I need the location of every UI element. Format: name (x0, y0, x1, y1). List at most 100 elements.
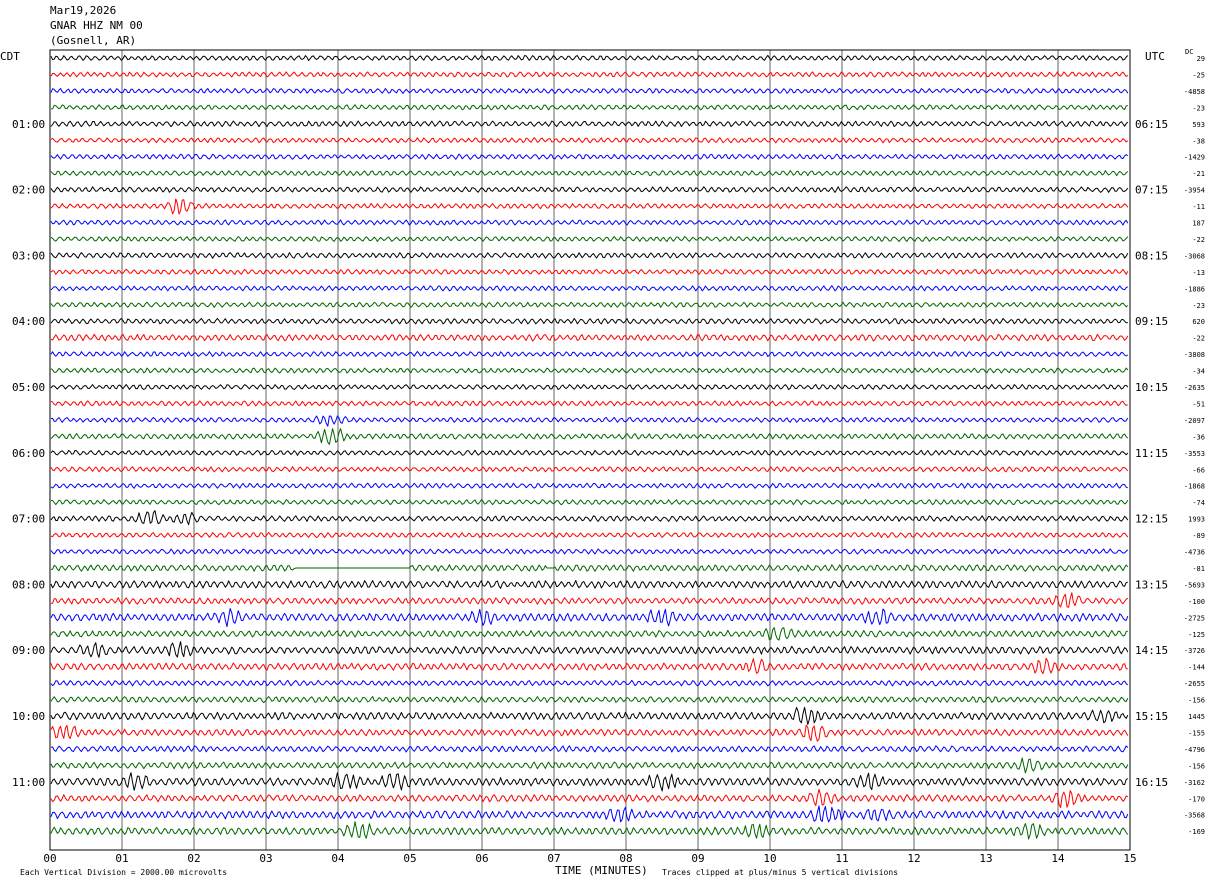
trace-row (50, 87, 1129, 94)
dc-offset-label: -156 (1188, 762, 1205, 770)
left-time-label: 06:00 (12, 447, 45, 460)
dc-offset-label: -36 (1192, 433, 1205, 441)
dc-offset-label: -169 (1188, 828, 1205, 836)
trace-row (50, 367, 1129, 374)
right-time-label: 09:15 (1135, 315, 1168, 328)
left-time-label: 11:00 (12, 776, 45, 789)
dc-offset-label: -23 (1192, 302, 1205, 310)
dc-offset-label: -4858 (1184, 88, 1205, 96)
scale-note: Each Vertical Division = 2000.00 microvo… (20, 868, 228, 877)
trace-row (50, 137, 1129, 144)
trace-row (50, 186, 1129, 193)
trace-row (50, 198, 1129, 215)
trace-row (50, 482, 1128, 489)
trace-row (50, 627, 1128, 641)
x-tick-label: 10 (763, 852, 776, 865)
right-time-label: 07:15 (1135, 184, 1168, 197)
left-time-label: 05:00 (12, 381, 45, 394)
trace-row (50, 510, 1129, 526)
trace-row (50, 548, 1129, 555)
dc-offset-label: 593 (1192, 121, 1205, 129)
dc-offset-label: -100 (1188, 598, 1205, 606)
dc-offset-label: -125 (1188, 631, 1205, 639)
trace-group (50, 54, 1129, 840)
trace-row (50, 384, 1129, 390)
dc-offset-label: -25 (1192, 71, 1205, 79)
right-time-label: 06:15 (1135, 118, 1168, 131)
trace-row (50, 71, 1129, 78)
dc-offset-label: -23 (1192, 104, 1205, 112)
dc-offset-label: -4796 (1184, 746, 1205, 754)
x-tick-label: 06 (475, 852, 488, 865)
left-time-label: 02:00 (12, 184, 45, 197)
trace-row (50, 724, 1129, 742)
left-time-label: 10:00 (12, 710, 45, 723)
dc-offset-label: -2725 (1184, 614, 1205, 622)
dc-offset-label: -3726 (1184, 647, 1205, 655)
right-time-label: 12:15 (1135, 513, 1168, 526)
trace-row (50, 351, 1129, 358)
right-time-label: 15:15 (1135, 710, 1168, 723)
dc-offset-label: -144 (1188, 664, 1205, 672)
dc-offset-label: -66 (1192, 466, 1205, 474)
trace-row (50, 104, 1128, 111)
dc-offset-label: -1868 (1184, 483, 1205, 491)
dc-offset-label: -74 (1192, 499, 1205, 507)
dc-offset-label: -2655 (1184, 680, 1205, 688)
dc-offset-label: -22 (1192, 236, 1205, 244)
clip-note: Traces clipped at plus/minus 5 vertical … (662, 868, 899, 877)
trace-row (50, 466, 1129, 473)
trace-row (50, 170, 1129, 177)
x-tick-label: 13 (979, 852, 992, 865)
trace-row (50, 153, 1129, 160)
x-tick-label: 14 (1051, 852, 1065, 865)
dc-offset-label: -2635 (1184, 384, 1205, 392)
left-time-label: 01:00 (12, 118, 45, 131)
dc-offset-label: -155 (1188, 729, 1205, 737)
dc-offset-label: -11 (1192, 203, 1205, 211)
trace-row (50, 532, 1129, 539)
dc-offset-label: -89 (1192, 532, 1205, 540)
right-time-label: 13:15 (1135, 578, 1168, 591)
trace-row (50, 805, 1129, 823)
dc-offset-label: -13 (1192, 269, 1205, 277)
dc-offset-label: -3553 (1184, 450, 1205, 458)
trace-row (50, 301, 1129, 308)
trace-row (50, 757, 1129, 774)
trace-row (50, 428, 1129, 445)
left-time-label: 03:00 (12, 249, 45, 262)
trace-row (50, 788, 1129, 809)
trace-row (50, 657, 1128, 675)
x-tick-label: 05 (403, 852, 416, 865)
seismogram-plot: 29 -25 -4858 -23 593 -38 -1429 -21 -3954 -11 187 -2… (12, 49, 1205, 865)
trace-row (50, 696, 1129, 704)
trace-row (50, 641, 1129, 658)
dc-offset-label: -34 (1192, 368, 1205, 376)
dc-offset-label: 1445 (1188, 713, 1205, 721)
dc-offset-label: -4736 (1184, 549, 1205, 557)
trace-row (50, 236, 1129, 242)
trace-row (50, 415, 1129, 427)
x-tick-label: 09 (691, 852, 704, 865)
dc-offset-label: 1993 (1188, 516, 1205, 524)
right-time-label: 14:15 (1135, 644, 1168, 657)
trace-row (50, 706, 1129, 725)
right-time-label: 08:15 (1135, 249, 1168, 262)
trace-row (50, 219, 1129, 226)
x-tick-label: 02 (187, 852, 200, 865)
right-time-label: 11:15 (1135, 447, 1168, 460)
trace-row (50, 608, 1129, 628)
dc-offset-label: -170 (1188, 795, 1205, 803)
dc-offset-label: -3568 (1184, 812, 1205, 820)
trace-row (50, 499, 1129, 506)
dc-offset-label: -156 (1188, 697, 1205, 705)
trace-row (50, 679, 1129, 687)
dc-offset-label: -81 (1192, 565, 1205, 573)
x-tick-label: 15 (1123, 852, 1136, 865)
trace-row (50, 592, 1129, 608)
trace-row (50, 564, 1129, 572)
dc-offset-label: -3068 (1184, 252, 1205, 260)
right-time-label: 10:15 (1135, 381, 1168, 394)
trace-row (50, 772, 1129, 792)
trace-row (50, 821, 1129, 840)
